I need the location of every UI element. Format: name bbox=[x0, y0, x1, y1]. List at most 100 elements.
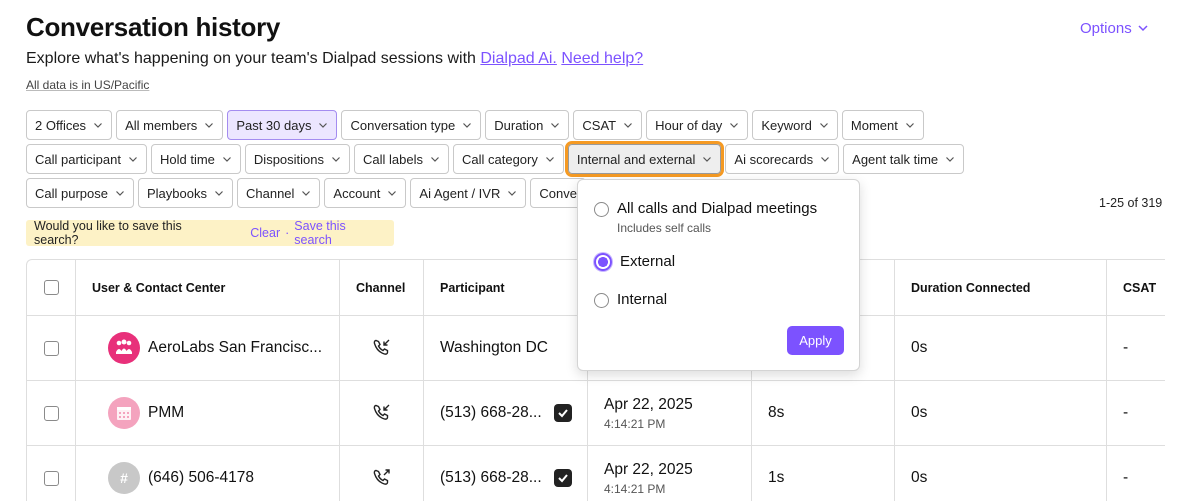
filter-conversation-type[interactable]: Conversation type bbox=[341, 110, 482, 140]
row-select-cell bbox=[27, 381, 76, 445]
filter-keyword[interactable]: Keyword bbox=[752, 110, 838, 140]
radio-all-calls[interactable] bbox=[594, 202, 609, 217]
filter-ai-scorecards[interactable]: Ai scorecards bbox=[725, 144, 840, 174]
filter-hold-time[interactable]: Hold time bbox=[151, 144, 241, 174]
row-checkbox[interactable] bbox=[44, 405, 59, 421]
filter-csat[interactable]: CSAT bbox=[573, 110, 643, 140]
chevron-down-icon bbox=[821, 157, 830, 162]
pagination-count: 1-25 of 319 bbox=[1099, 196, 1163, 210]
chevron-down-icon bbox=[215, 191, 223, 196]
option-internal[interactable]: Internal bbox=[594, 291, 667, 308]
user-cell: AeroLabs San Francisc... bbox=[76, 316, 340, 380]
date-cell: Apr 22, 2025 4:14:21 PM bbox=[588, 446, 752, 501]
channel-cell bbox=[340, 316, 424, 380]
chevron-down-icon bbox=[431, 157, 439, 162]
duration-cell: 1s bbox=[752, 446, 895, 501]
options-button[interactable]: Options bbox=[1080, 20, 1148, 37]
option-external[interactable]: External bbox=[594, 253, 675, 271]
chevron-down-icon bbox=[94, 123, 102, 128]
participant-cell: (513) 668-28... bbox=[424, 446, 588, 501]
select-all-cell bbox=[27, 260, 76, 315]
chevron-down-icon bbox=[116, 191, 124, 196]
header-csat[interactable]: CSAT bbox=[1107, 260, 1165, 315]
filter-duration[interactable]: Duration bbox=[485, 110, 570, 140]
participant-name[interactable]: (513) 668-28... bbox=[440, 404, 542, 422]
chevron-down-icon bbox=[703, 157, 712, 162]
clear-link[interactable]: Clear bbox=[250, 226, 280, 240]
outgoing-call-icon bbox=[373, 469, 390, 485]
filter-internal-external[interactable]: Internal and external bbox=[564, 141, 725, 177]
header-user[interactable]: User & Contact Center bbox=[76, 260, 340, 315]
chevron-down-icon bbox=[946, 157, 955, 162]
filter-call-purpose[interactable]: Call purpose bbox=[26, 178, 134, 208]
filter-call-category[interactable]: Call category bbox=[453, 144, 564, 174]
chevron-down-icon bbox=[905, 123, 914, 128]
save-search-banner: Would you like to save this search? Clea… bbox=[26, 219, 394, 247]
filter-call-participant[interactable]: Call participant bbox=[26, 144, 147, 174]
apply-button[interactable]: Apply bbox=[787, 326, 844, 355]
chevron-down-icon bbox=[463, 123, 472, 128]
filter-date-range[interactable]: Past 30 days bbox=[227, 110, 338, 140]
filter-agent-talk-time[interactable]: Agent talk time bbox=[843, 144, 965, 174]
participant-cell: Washington DC bbox=[424, 316, 588, 380]
incoming-call-icon bbox=[373, 339, 389, 355]
filter-channel[interactable]: Channel bbox=[236, 178, 321, 208]
filter-account[interactable]: Account bbox=[324, 178, 407, 208]
chevron-down-icon bbox=[819, 123, 828, 128]
filter-members[interactable]: All members bbox=[116, 110, 224, 140]
select-all-checkbox[interactable] bbox=[44, 280, 59, 295]
filter-row-2: Call participant Hold time Dispositions … bbox=[26, 141, 965, 177]
user-name[interactable]: AeroLabs San Francisc... bbox=[148, 339, 322, 357]
row-checkbox[interactable] bbox=[44, 470, 59, 486]
dialpad-ai-link[interactable]: Dialpad Ai. bbox=[480, 50, 557, 67]
participant-name[interactable]: (513) 668-28... bbox=[440, 469, 542, 487]
chevron-down-icon bbox=[302, 191, 311, 196]
filter-call-labels[interactable]: Call labels bbox=[354, 144, 449, 174]
header-channel[interactable]: Channel bbox=[340, 260, 424, 315]
user-name[interactable]: PMM bbox=[148, 404, 184, 422]
filter-hour-of-day[interactable]: Hour of day bbox=[646, 110, 749, 140]
timezone-note[interactable]: All data is in US/Pacific bbox=[26, 78, 149, 92]
filter-dispositions[interactable]: Dispositions bbox=[244, 144, 351, 174]
filter-offices[interactable]: 2 Offices bbox=[26, 110, 113, 140]
user-name[interactable]: (646) 506-4178 bbox=[148, 469, 254, 487]
need-help-link[interactable]: Need help? bbox=[561, 50, 643, 67]
options-label: Options bbox=[1080, 20, 1132, 37]
number-avatar: # bbox=[108, 462, 140, 494]
filter-ai-agent-ivr[interactable]: Ai Agent / IVR bbox=[410, 178, 527, 208]
filter-playbooks[interactable]: Playbooks bbox=[138, 178, 233, 208]
chevron-down-icon bbox=[730, 123, 739, 128]
chevron-down-icon bbox=[551, 123, 560, 128]
participant-name[interactable]: Washington DC bbox=[440, 339, 548, 357]
option-all-calls[interactable]: All calls and Dialpad meetings Includes … bbox=[594, 200, 817, 235]
chevron-down-icon bbox=[129, 157, 137, 162]
csat-cell: - bbox=[1123, 404, 1129, 421]
chevron-down-icon bbox=[222, 157, 231, 162]
header-participant[interactable]: Participant bbox=[424, 260, 588, 315]
duration-connected-cell: 0s bbox=[895, 316, 1107, 380]
team-avatar-icon bbox=[108, 332, 140, 364]
chevron-down-icon bbox=[624, 123, 633, 128]
save-search-link[interactable]: Save this search bbox=[294, 219, 386, 247]
header-duration-connected[interactable]: Duration Connected bbox=[895, 260, 1107, 315]
user-cell: # (646) 506-4178 bbox=[76, 446, 340, 501]
chevron-down-icon bbox=[205, 123, 214, 128]
duration-connected-cell: 0s bbox=[895, 381, 1107, 445]
checkmark-icon bbox=[553, 469, 572, 487]
table-row[interactable]: PMM (513) 668-28... Apr 22, 2025 4:14:21 … bbox=[27, 381, 1165, 446]
duration-connected-cell: 0s bbox=[895, 446, 1107, 501]
filter-row-1: 2 Offices All members Past 30 days Conve… bbox=[26, 110, 924, 140]
chevron-down-icon bbox=[388, 191, 397, 196]
table-row[interactable]: # (646) 506-4178 (513) 668-28... Apr 22,… bbox=[27, 446, 1165, 501]
subtitle-text: Explore what's happening on your team's … bbox=[26, 50, 476, 67]
calendar-avatar-icon bbox=[108, 397, 140, 429]
radio-internal[interactable] bbox=[594, 293, 609, 308]
incoming-call-icon bbox=[373, 404, 389, 420]
banner-separator: · bbox=[285, 226, 290, 240]
chevron-down-icon bbox=[545, 157, 554, 162]
row-checkbox[interactable] bbox=[44, 340, 59, 356]
filter-moment[interactable]: Moment bbox=[841, 110, 924, 140]
radio-external[interactable] bbox=[594, 253, 612, 271]
page-subtitle: Explore what's happening on your team's … bbox=[26, 50, 643, 68]
channel-cell bbox=[340, 446, 424, 501]
